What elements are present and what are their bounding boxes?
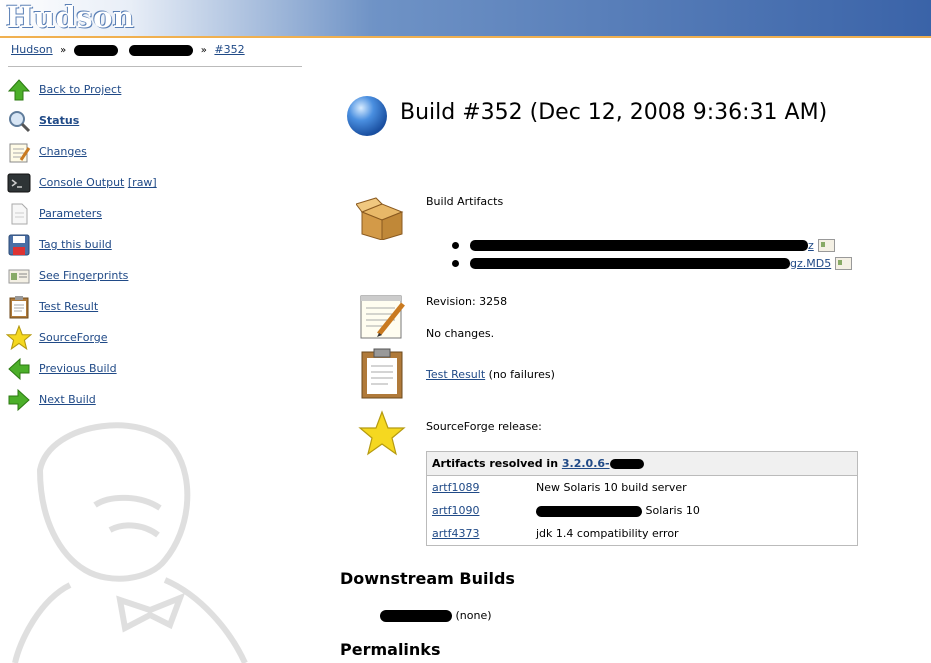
list-item: z [452,236,852,254]
hudson-butler-watermark [12,422,248,663]
terminal-icon [6,170,32,196]
blue-status-ball-icon [347,96,387,136]
sidebar-item-back-to-project[interactable]: Back to Project [6,74,306,105]
clipboard-icon [361,348,403,399]
sidebar-item-label[interactable]: Changes [39,145,87,158]
redacted-text[interactable] [470,239,808,251]
sidebar-item-label[interactable]: Tag this build [39,238,112,251]
list-item: gz.MD5 [452,254,853,272]
sidebar-item-label[interactable]: Console Output [39,176,124,189]
sidebar-item-label[interactable]: Next Build [39,393,96,406]
artifact-link[interactable]: z [808,239,814,252]
left-arrow-icon [6,356,32,382]
redacted-text[interactable] [129,44,194,56]
artifact-description: jdk 1.4 compatibility error [536,527,679,540]
sidebar-item-tag-build[interactable]: Tag this build [6,229,306,260]
artifact-link[interactable]: gz.MD5 [790,257,831,270]
breadcrumb: Hudson » » #352 [11,43,245,56]
sidebar-item-sourceforge[interactable]: SourceForge [6,322,306,353]
table-header-label: Artifacts resolved in [432,457,559,470]
hudson-logo[interactable]: Hudson [6,0,135,34]
magnifier-icon [6,108,32,134]
star-icon [358,410,406,456]
artifact-id-link[interactable]: artf1089 [432,481,479,494]
clipboard-icon [6,294,32,320]
permalinks-heading: Permalinks [340,640,441,659]
redacted-text[interactable] [73,44,118,56]
document-icon [6,201,32,227]
redacted-text [536,505,642,517]
test-result-row: Test Result (no failures) [426,368,555,381]
console-raw-link[interactable]: [raw] [128,176,157,189]
star-icon [6,324,32,351]
sidebar: Back to Project Status Changes Console O… [6,74,306,415]
resolved-artifacts-table: Artifacts resolved in 3.2.0.6- artf1089 … [426,451,858,546]
sidebar-item-previous-build[interactable]: Previous Build [6,353,306,384]
page-title: Build #352 (Dec 12, 2008 9:36:31 AM) [400,100,828,125]
table-cell: artf4373 [427,522,532,546]
breadcrumb-separator: » [200,45,207,56]
redacted-text[interactable] [380,610,452,622]
sidebar-item-label[interactable]: Status [39,114,79,127]
divider [8,66,302,67]
build-artifacts-heading: Build Artifacts [426,195,504,208]
sidebar-item-label[interactable]: SourceForge [39,331,108,344]
table-header: Artifacts resolved in 3.2.0.6- [426,451,858,476]
artifact-id-link[interactable]: artf1090 [432,504,479,517]
right-arrow-icon [6,387,32,413]
release-link[interactable]: 3.2.0.6- [562,457,610,470]
downstream-none-text: (none) [455,609,492,622]
artifact-list: z gz.MD5 [452,236,853,272]
table-row: artf1089 New Solaris 10 build server [427,476,858,500]
redacted-text[interactable] [609,459,644,469]
revision-text: Revision: 3258 [426,295,508,308]
table-cell: artf1090 [427,499,532,522]
test-result-link[interactable]: Test Result [426,368,485,381]
table-cell: artf1089 [427,476,532,500]
sourceforge-release-label: SourceForge release: [426,420,542,433]
table-cell: Solaris 10 [531,499,858,522]
no-changes-text: No changes. [426,327,495,340]
artifact-id-link[interactable]: artf4373 [432,527,479,540]
fingerprint-icon[interactable] [817,238,835,252]
sidebar-item-test-result[interactable]: Test Result [6,291,306,322]
sidebar-item-status[interactable]: Status [6,105,306,136]
sidebar-item-label[interactable]: Back to Project [39,83,121,96]
table-row: artf4373 jdk 1.4 compatibility error [427,522,858,546]
header-bar: Hudson [0,0,931,38]
redacted-text[interactable] [470,257,790,269]
sidebar-item-label[interactable]: Parameters [39,207,102,220]
table-row: artf1090 Solaris 10 [427,499,858,522]
breadcrumb-separator: » [60,45,67,56]
sidebar-item-console-output[interactable]: Console Output [raw] [6,167,306,198]
up-arrow-icon [6,77,32,103]
breadcrumb-build[interactable]: #352 [214,43,244,56]
sidebar-item-label[interactable]: Test Result [39,300,98,313]
package-icon [356,197,404,240]
artifact-description: New Solaris 10 build server [536,481,687,494]
bullet [452,241,459,249]
sidebar-item-label[interactable]: See Fingerprints [39,269,128,282]
sidebar-item-parameters[interactable]: Parameters [6,198,306,229]
save-icon [6,232,32,258]
bullet [452,259,459,267]
sidebar-item-fingerprints[interactable]: See Fingerprints [6,260,306,291]
sidebar-item-label[interactable]: Previous Build [39,362,117,375]
test-result-status: (no failures) [488,368,555,381]
breadcrumb-hudson[interactable]: Hudson [11,43,53,56]
downstream-builds-heading: Downstream Builds [340,569,515,588]
downstream-row: (none) [380,609,492,622]
notepad-icon [6,139,32,165]
sidebar-item-changes[interactable]: Changes [6,136,306,167]
sidebar-item-next-build[interactable]: Next Build [6,384,306,415]
fingerprint-icon [6,263,32,289]
notepad-icon [360,295,405,339]
fingerprint-icon[interactable] [835,256,853,270]
table-header-row: Artifacts resolved in 3.2.0.6- [426,451,858,476]
artifact-description: Solaris 10 [645,504,700,517]
